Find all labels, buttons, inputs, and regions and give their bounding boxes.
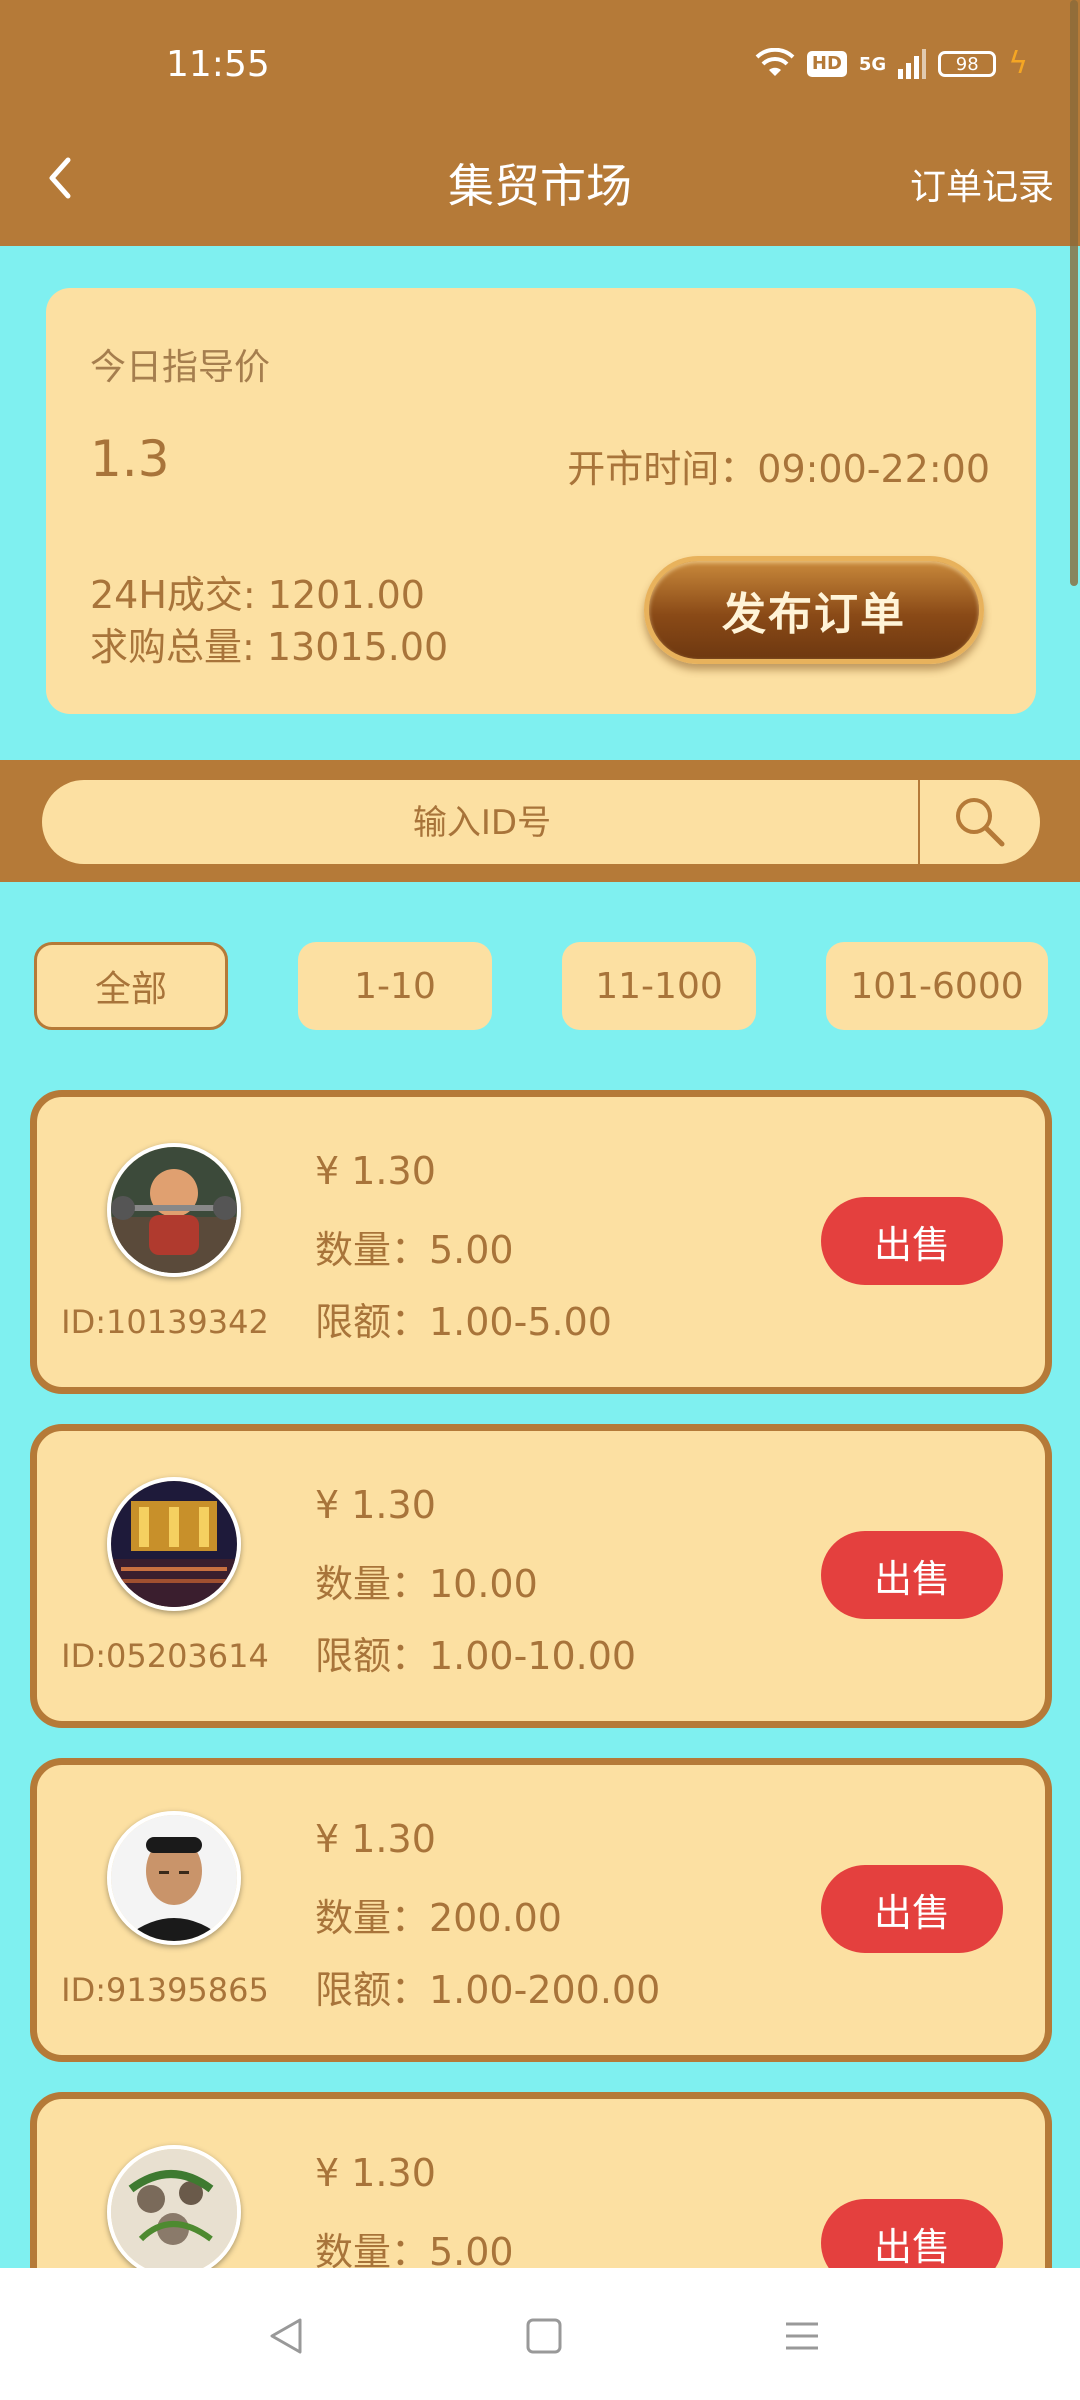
market-hours: 开市时间：09:00-22:00 bbox=[567, 447, 990, 491]
filter-101-6000[interactable]: 101-6000 bbox=[826, 942, 1048, 1030]
price-summary-card: 今日指导价 1.3 开市时间：09:00-22:00 24H成交: 1201.0… bbox=[46, 288, 1036, 714]
wifi-icon bbox=[755, 48, 795, 76]
order-record-link[interactable]: 订单记录 bbox=[910, 158, 1054, 210]
avatar bbox=[107, 1477, 241, 1611]
charging-icon: ϟ bbox=[1008, 46, 1028, 81]
square-home-icon bbox=[526, 2318, 562, 2354]
order-card: ID:91395865 ¥ 1.30 数量：200.00 限额：1.00-200… bbox=[30, 1758, 1052, 2062]
order-price: ¥ 1.30 bbox=[315, 2151, 436, 2195]
triangle-back-icon bbox=[270, 2318, 302, 2354]
total-demand: 求购总量: 13015.00 bbox=[90, 625, 449, 669]
search-button[interactable] bbox=[920, 780, 1040, 864]
order-limit: 限额：1.00-5.00 bbox=[315, 1300, 612, 1344]
signal-5g-label: 5G bbox=[858, 53, 887, 75]
battery-icon: 98 bbox=[938, 51, 997, 77]
avatar bbox=[107, 2145, 241, 2279]
order-price: ¥ 1.30 bbox=[315, 1149, 436, 1193]
sell-button[interactable]: 出售 bbox=[821, 1865, 1003, 1953]
signal-icon bbox=[898, 49, 927, 79]
order-quantity: 数量：10.00 bbox=[315, 1562, 538, 1606]
menu-icon bbox=[786, 2322, 818, 2350]
sell-button[interactable]: 出售 bbox=[821, 1531, 1003, 1619]
volume-24h: 24H成交: 1201.00 bbox=[90, 573, 425, 617]
publish-order-button[interactable]: 发布订单 bbox=[644, 556, 984, 664]
filter-all[interactable]: 全部 bbox=[34, 942, 228, 1030]
filter-11-100[interactable]: 11-100 bbox=[562, 942, 756, 1030]
app-header: 11:55 HD 5G 98 ϟ 集贸市场 订单记录 bbox=[0, 0, 1080, 246]
hd-icon: HD bbox=[806, 51, 847, 77]
status-time: 11:55 bbox=[166, 44, 270, 85]
scrollbar[interactable] bbox=[1070, 0, 1078, 586]
order-price: ¥ 1.30 bbox=[315, 1817, 436, 1861]
filter-1-10[interactable]: 1-10 bbox=[298, 942, 492, 1030]
system-nav-bar bbox=[0, 2268, 1080, 2400]
order-limit: 限额：1.00-200.00 bbox=[315, 1968, 661, 2012]
search-input[interactable] bbox=[42, 780, 922, 866]
order-card: ID:10139342 ¥ 1.30 数量：5.00 限额：1.00-5.00 … bbox=[30, 1090, 1052, 1394]
order-price: ¥ 1.30 bbox=[315, 1483, 436, 1527]
nav-home-button[interactable] bbox=[514, 2306, 574, 2366]
nav-back-button[interactable] bbox=[256, 2306, 316, 2366]
range-filters: 全部 1-10 11-100 101-6000 bbox=[34, 942, 1048, 1030]
order-quantity: 数量：200.00 bbox=[315, 1896, 562, 1940]
user-id: ID:10139342 bbox=[61, 1303, 269, 1341]
status-icons: HD 5G 98 ϟ bbox=[755, 48, 1028, 80]
sell-button[interactable]: 出售 bbox=[821, 1197, 1003, 1285]
battery-level: 98 bbox=[955, 53, 979, 75]
search-bar bbox=[42, 780, 1040, 866]
order-card: ID:05203614 ¥ 1.30 数量：10.00 限额：1.00-10.0… bbox=[30, 1424, 1052, 1728]
nav-menu-button[interactable] bbox=[772, 2306, 832, 2366]
guide-price-label: 今日指导价 bbox=[90, 347, 271, 388]
search-icon bbox=[956, 798, 1005, 847]
guide-price-value: 1.3 bbox=[90, 430, 170, 488]
order-quantity: 数量：5.00 bbox=[315, 1228, 514, 1272]
avatar bbox=[107, 1143, 241, 1277]
user-id: ID:91395865 bbox=[61, 1971, 269, 2009]
user-id: ID:05203614 bbox=[61, 1637, 269, 1675]
avatar bbox=[107, 1811, 241, 1945]
order-limit: 限额：1.00-10.00 bbox=[315, 1634, 637, 1678]
